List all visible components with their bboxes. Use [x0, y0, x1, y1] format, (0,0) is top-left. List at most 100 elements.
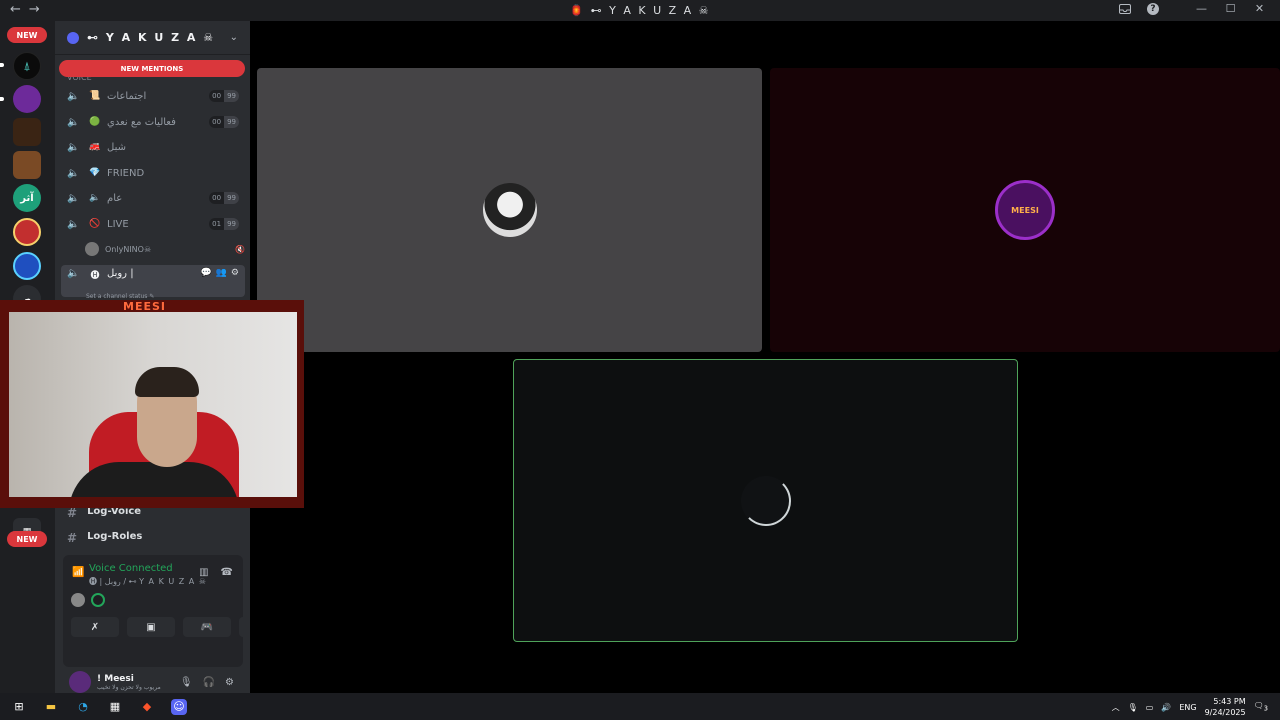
- user-count: 01 99: [209, 218, 239, 230]
- speaker-icon: 🔈: [67, 116, 80, 128]
- new-mentions-button[interactable]: NEW MENTIONS: [59, 60, 245, 77]
- screen-share-button[interactable]: ▣: [127, 617, 175, 637]
- server-header[interactable]: ⊷ Y A K U Z A ☠ ⌄: [55, 21, 250, 55]
- edge-icon[interactable]: ◔: [75, 699, 91, 715]
- window-controls: ? — ☐ ✕: [1118, 2, 1266, 15]
- user-info[interactable]: ! Meesi مريوب ولا تحزن ولا تخيب: [97, 674, 161, 691]
- server-icon[interactable]: ⍋: [13, 52, 41, 80]
- voice-status[interactable]: Voice Connected: [89, 563, 173, 574]
- user-count: 00 99: [209, 116, 239, 128]
- webcam-feed: [9, 312, 297, 497]
- channel-emoji: 🔈: [89, 193, 101, 203]
- file-explorer-icon[interactable]: ▬: [43, 699, 59, 715]
- noise-suppression-icon[interactable]: ▥: [199, 567, 208, 578]
- avatar: [85, 242, 99, 256]
- voice-member[interactable]: OnlyNINO☠ 🔇: [85, 240, 245, 258]
- voice-channel[interactable]: 🔈 🚒 شبل: [61, 136, 245, 158]
- invite-icon[interactable]: 👥: [216, 268, 227, 278]
- voice-channel[interactable]: 🔈 🔈 عام 00 99: [61, 187, 245, 209]
- video-stage: MEESI: [250, 21, 1280, 693]
- channel-tools: 💬 👥 ⚙: [200, 268, 239, 278]
- notification-icon[interactable]: 🗨3: [1254, 701, 1268, 713]
- speaker-icon: 🔈: [67, 167, 80, 179]
- channel-status[interactable]: Set a channel status ✎: [86, 293, 154, 300]
- webcam-overlay: MEESI: [0, 300, 304, 508]
- system-tray: ︿ 🎙 ▭ 🔊 ENG 5:43 PM 9/24/2025 🗨3: [1112, 696, 1268, 718]
- inbox-icon[interactable]: [1118, 2, 1131, 15]
- text-channel[interactable]: # Log-Roles: [67, 531, 142, 545]
- server-icon[interactable]: [13, 218, 41, 246]
- voice-channel[interactable]: 🔈 📜 اجتماعات 00 99: [61, 85, 245, 107]
- brave-icon[interactable]: ◆: [139, 699, 155, 715]
- avatar[interactable]: [91, 593, 105, 607]
- hash-icon: #: [67, 506, 78, 520]
- channel-label: فعاليات مع نعدي: [107, 116, 176, 128]
- video-tile-speaking[interactable]: [513, 359, 1018, 642]
- maximize-icon[interactable]: ☐: [1224, 2, 1237, 15]
- user-status: مريوب ولا تحزن ولا تخيب: [97, 683, 161, 691]
- avatar[interactable]: [69, 671, 91, 693]
- channel-label: روبل |: [107, 268, 134, 279]
- voice-channel[interactable]: 🔈 🟢 فعاليات مع نعدي 00 99: [61, 111, 245, 133]
- network-icon[interactable]: ▭: [1146, 703, 1154, 712]
- speaker-icon: 🔈: [67, 218, 80, 230]
- server-icon[interactable]: [13, 85, 41, 113]
- avatar: MEESI: [995, 180, 1055, 240]
- camera-off-button[interactable]: ✗: [71, 617, 119, 637]
- voice-channel[interactable]: 🔈 🚫 LIVE 01 99: [61, 213, 245, 235]
- video-tile[interactable]: MEESI: [770, 68, 1280, 352]
- gear-icon[interactable]: ⚙: [231, 268, 239, 278]
- speaker-icon: 🔈: [67, 192, 80, 204]
- text-channel[interactable]: # Log-Voice: [67, 506, 141, 520]
- server-icon[interactable]: [13, 118, 41, 146]
- server-icon[interactable]: [13, 252, 41, 280]
- speaker-icon: 🔈: [67, 268, 80, 279]
- channel-emoji: 🚒: [89, 142, 101, 152]
- voice-channel[interactable]: 🔈 💎 FRIEND: [61, 162, 245, 184]
- microphone-icon[interactable]: 🎙: [180, 677, 193, 688]
- date: 9/24/2025: [1204, 708, 1246, 717]
- channel-label: اجتماعات: [107, 90, 147, 102]
- speaker-icon: 🔈: [67, 90, 80, 102]
- avatar[interactable]: [71, 593, 85, 607]
- chat-icon[interactable]: 💬: [200, 268, 211, 278]
- notification-count: 3: [1263, 704, 1268, 713]
- channel-label: FRIEND: [107, 167, 145, 179]
- server-icon[interactable]: آثر: [13, 184, 41, 212]
- activity-button[interactable]: 🎮: [183, 617, 231, 637]
- channel-emoji: 📜: [89, 91, 101, 101]
- disconnect-icon[interactable]: ☎: [221, 567, 233, 578]
- chevron-down-icon[interactable]: ⌄: [230, 32, 238, 43]
- language-indicator[interactable]: ENG: [1179, 703, 1196, 712]
- close-icon[interactable]: ✕: [1253, 2, 1266, 15]
- voice-participants: [71, 593, 105, 607]
- taskbar: ⊞ ▬ ◔ ▦ ◆ ☺ ︿ 🎙 ▭ 🔊 ENG 5:43 PM 9/24/202…: [0, 693, 1280, 720]
- video-tile[interactable]: [257, 68, 762, 352]
- signal-icon[interactable]: 📶: [72, 567, 84, 578]
- chevron-up-icon[interactable]: ︿: [1112, 702, 1120, 713]
- headset-icon[interactable]: 🎧: [203, 677, 215, 688]
- channel-label: Log-Roles: [87, 531, 143, 542]
- volume-icon[interactable]: 🔊: [1161, 703, 1171, 712]
- new-badge-bottom[interactable]: NEW: [7, 531, 47, 547]
- server-icon[interactable]: [13, 151, 41, 179]
- user-count: 00 99: [209, 192, 239, 204]
- help-icon[interactable]: ?: [1147, 2, 1159, 15]
- microphone-icon[interactable]: 🎙: [1128, 703, 1138, 712]
- new-badge-top[interactable]: NEW: [7, 27, 47, 43]
- loading-spinner-icon: [740, 475, 791, 526]
- window-title: 🏮 ⊷ Y A K U Z A ☠: [569, 4, 711, 17]
- channel-emoji: 💎: [89, 168, 101, 178]
- gear-icon[interactable]: ⚙: [225, 677, 234, 688]
- channel-label: LIVE: [107, 218, 129, 230]
- server-badge-icon: [67, 31, 79, 44]
- windows-start-icon[interactable]: ⊞: [11, 699, 27, 715]
- discord-icon[interactable]: ☺: [171, 698, 187, 715]
- voice-location: 🅗 | روبل / ⊷ Y A K U Z A ☠: [89, 577, 207, 586]
- minimize-icon[interactable]: —: [1195, 2, 1208, 15]
- channel-label: Log-Voice: [87, 506, 142, 517]
- clock[interactable]: 5:43 PM 9/24/2025: [1205, 696, 1246, 718]
- store-icon[interactable]: ▦: [107, 699, 123, 715]
- voice-connection-panel: 📶 Voice Connected 🅗 | روبل / ⊷ Y A K U Z…: [63, 555, 287, 667]
- channel-label: عام: [107, 192, 123, 204]
